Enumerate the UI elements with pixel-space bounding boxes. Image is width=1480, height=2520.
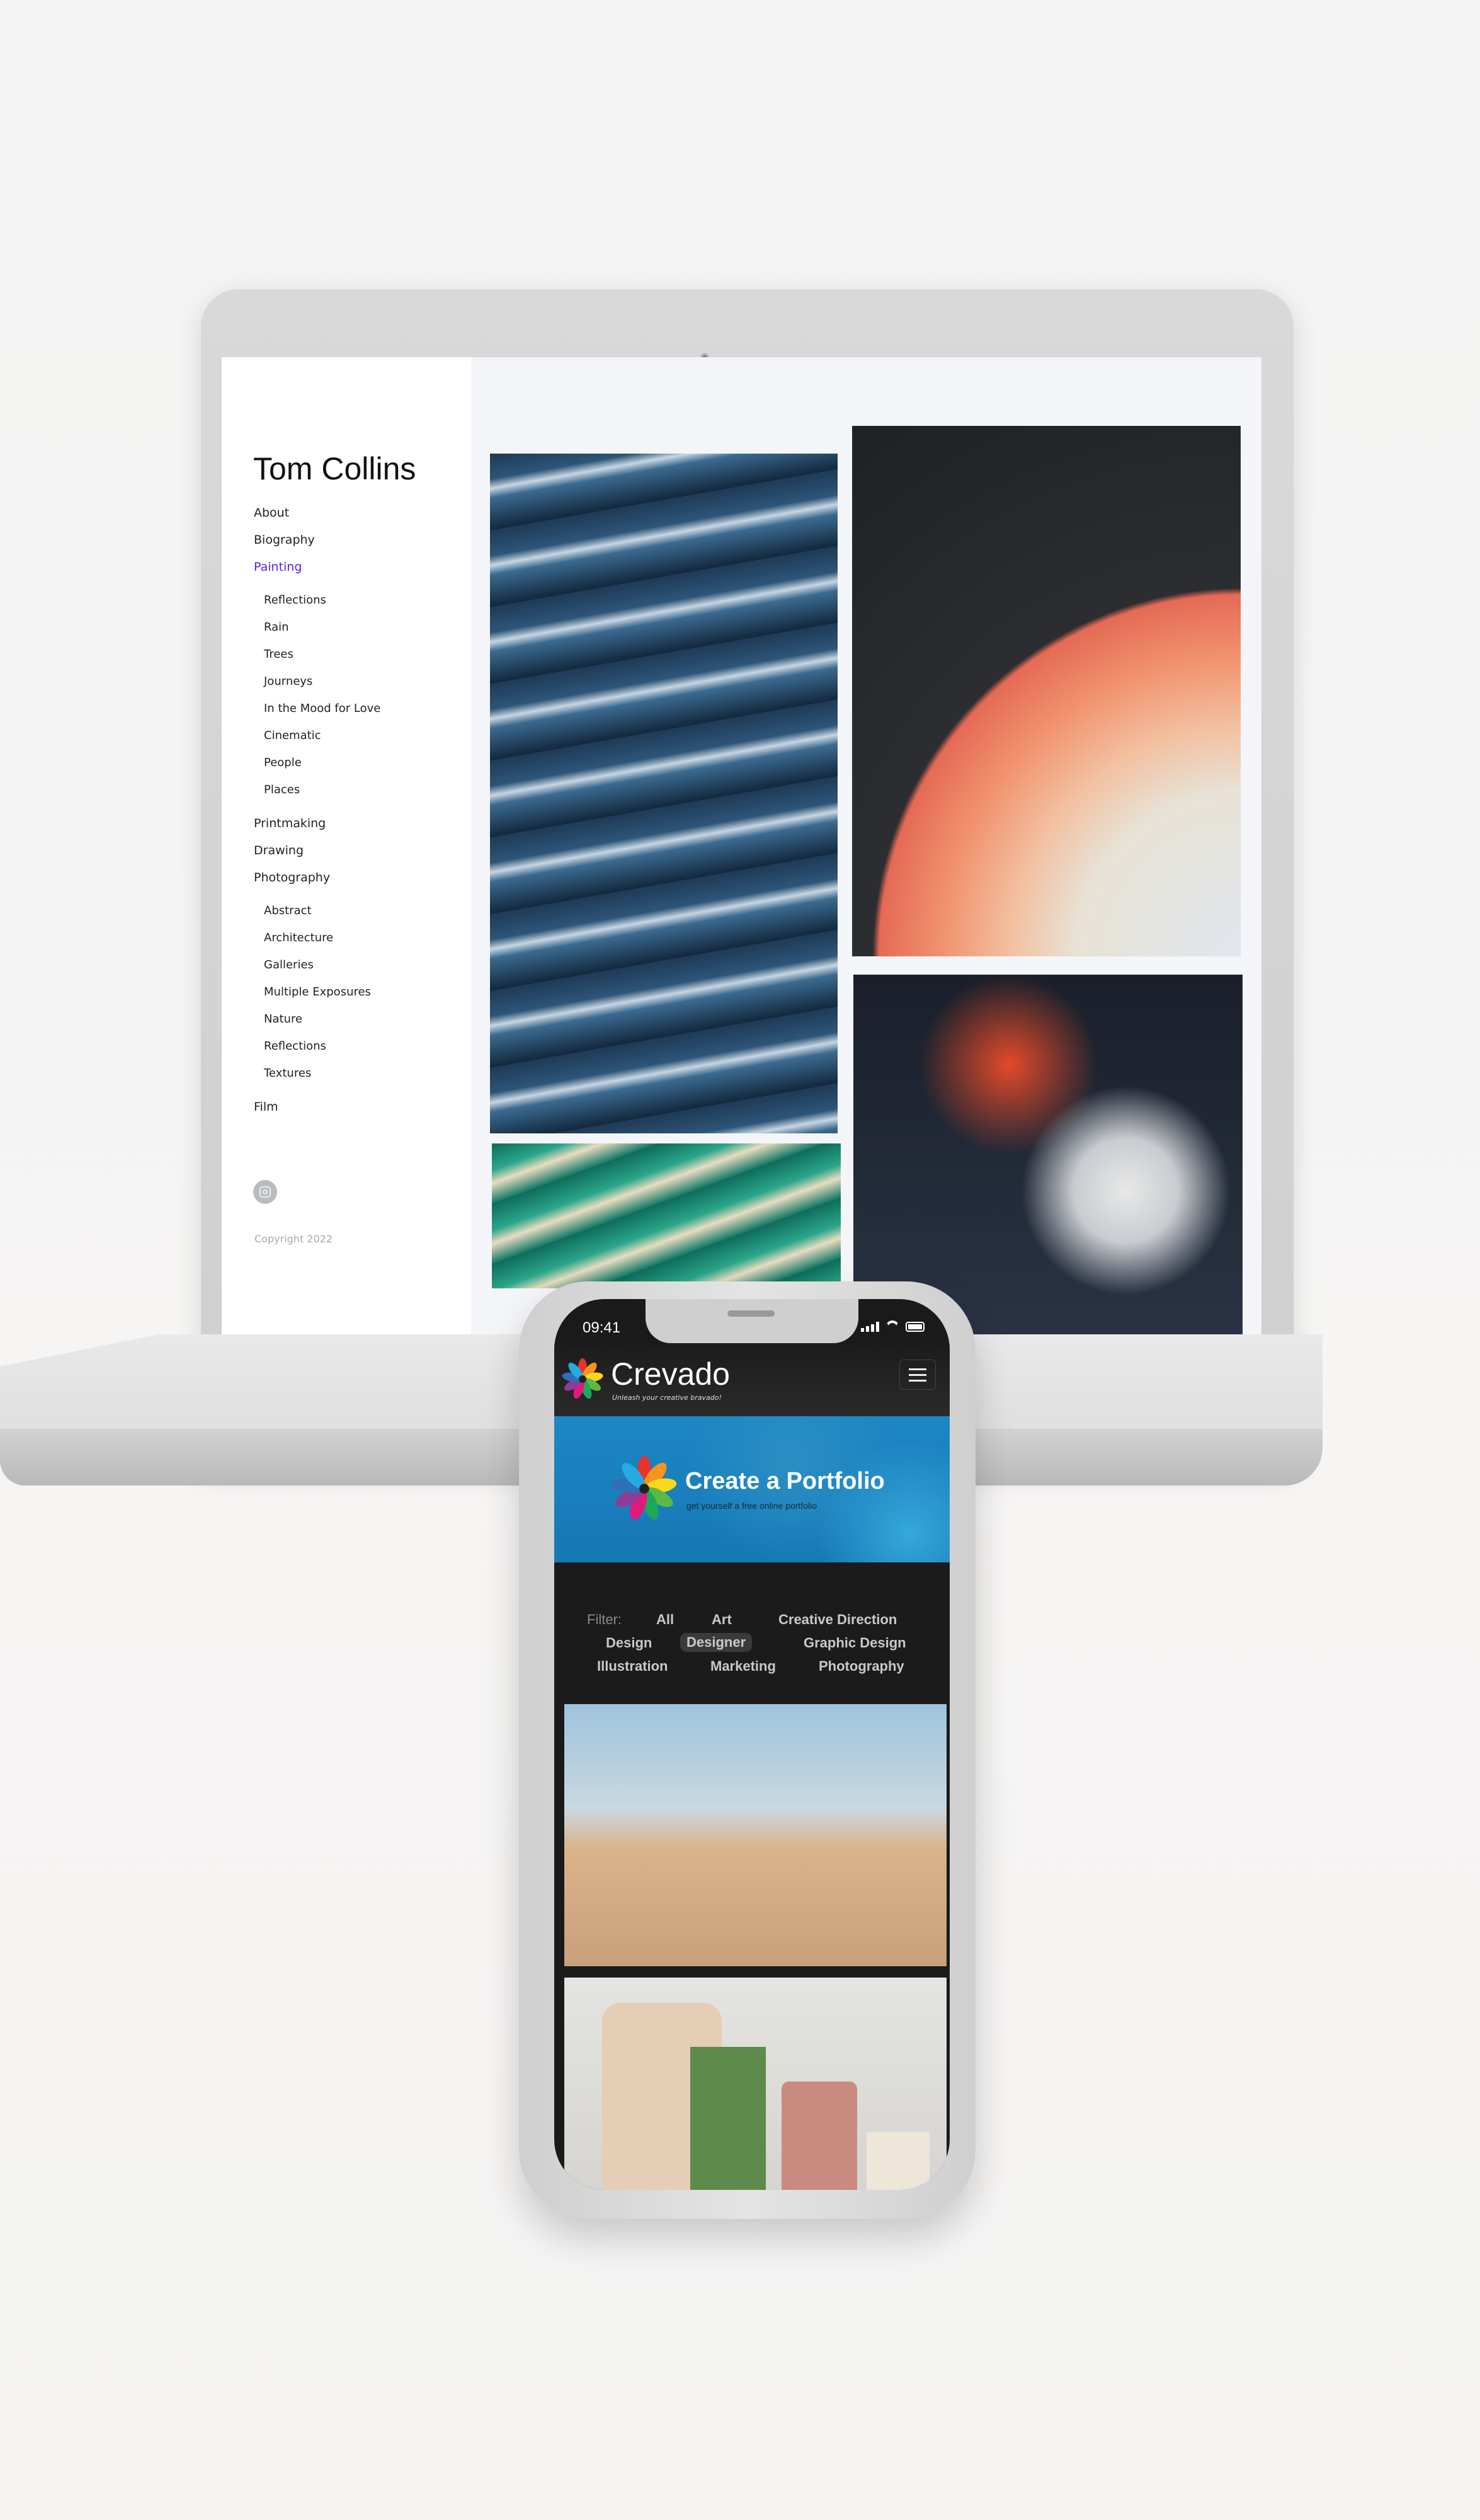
red-tea-tin: [782, 2082, 857, 2190]
site-title[interactable]: Tom Collins: [253, 450, 416, 487]
site-header: Crevado Unleash your creative bravado!: [554, 1343, 950, 1416]
sidebar-item[interactable]: Drawing: [254, 844, 304, 857]
sidebar-item[interactable]: Biography: [254, 533, 315, 547]
sidebar-item[interactable]: Textures: [264, 1067, 311, 1080]
crevado-logo-icon[interactable]: [561, 1357, 605, 1401]
banner-title: Create a Portfolio: [685, 1468, 885, 1494]
status-time: 09:41: [583, 1319, 621, 1336]
sidebar-item[interactable]: Photography: [254, 871, 330, 885]
painting-orange-arcs[interactable]: [852, 426, 1241, 956]
phone-screen: 09:41 Crevado Unleash your creative brav…: [554, 1299, 950, 2190]
sidebar-item[interactable]: Places: [264, 783, 300, 796]
sidebar-item[interactable]: Multiple Exposures: [264, 985, 371, 999]
sidebar-item[interactable]: Architecture: [264, 931, 333, 944]
status-icons: [861, 1320, 925, 1332]
cup-shape: [867, 2132, 930, 2190]
laptop-screen: Tom Collins About Biography Painting Reflec…: [222, 357, 1261, 1334]
sidebar-item[interactable]: Reflections: [264, 1040, 326, 1053]
battery-icon: [906, 1322, 925, 1332]
speaker: [727, 1310, 775, 1317]
green-tea-pack: [690, 2047, 766, 2190]
phone-notch: [646, 1299, 858, 1343]
sidebar-item[interactable]: Abstract: [264, 904, 312, 917]
wifi-icon: [885, 1320, 899, 1332]
painting-blue-waves[interactable]: [490, 454, 838, 1133]
filter-graphic-design[interactable]: Graphic Design: [804, 1635, 906, 1651]
sidebar-item[interactable]: Trees: [264, 648, 293, 661]
sidebar-item[interactable]: About: [254, 506, 289, 520]
crevado-flower-icon: [612, 1456, 677, 1520]
filter-art[interactable]: Art: [712, 1612, 732, 1628]
banner-subtitle: get yourself a free online portfolio: [686, 1501, 817, 1511]
banner[interactable]: Create a Portfolio get yourself a free o…: [554, 1416, 950, 1562]
filter-bar: Filter: All Art Creative Direction Desig…: [554, 1562, 950, 1707]
sidebar-item[interactable]: Reflections: [264, 593, 326, 607]
brand-name[interactable]: Crevado: [611, 1356, 730, 1392]
signal-icon: [861, 1322, 879, 1332]
portfolio-image-desert-shelter[interactable]: [564, 1704, 947, 1966]
filter-designer[interactable]: Designer: [680, 1633, 753, 1652]
sidebar-item[interactable]: Painting: [254, 560, 302, 574]
filter-marketing[interactable]: Marketing: [710, 1658, 776, 1675]
sidebar-item[interactable]: Cinematic: [264, 729, 321, 742]
sidebar-item[interactable]: Nature: [264, 1012, 302, 1026]
filter-all[interactable]: All: [656, 1612, 674, 1628]
copyright: Copyright 2022: [254, 1233, 333, 1245]
hamburger-icon[interactable]: [899, 1360, 936, 1390]
sidebar-item[interactable]: Journeys: [264, 675, 312, 688]
sidebar-item[interactable]: Galleries: [264, 958, 314, 971]
portfolio-image-tea-packaging[interactable]: [564, 1978, 947, 2190]
painting-green-waves[interactable]: [492, 1143, 841, 1288]
sidebar-item[interactable]: Printmaking: [254, 816, 326, 830]
sidebar-item[interactable]: In the Mood for Love: [264, 702, 380, 715]
sidebar-item[interactable]: Film: [254, 1100, 278, 1114]
filter-label: Filter:: [587, 1612, 622, 1627]
filter-creative-direction[interactable]: Creative Direction: [778, 1612, 897, 1628]
sidebar-item[interactable]: Rain: [264, 621, 289, 634]
sidebar: Tom Collins About Biography Painting Reflec…: [222, 357, 471, 1334]
filter-photography[interactable]: Photography: [819, 1658, 904, 1675]
filter-design[interactable]: Design: [606, 1635, 652, 1651]
painting-dark-red-abstract[interactable]: [853, 975, 1243, 1334]
filter-illustration[interactable]: Illustration: [597, 1658, 668, 1675]
instagram-icon[interactable]: [253, 1180, 277, 1204]
tagline: Unleash your creative bravado!: [612, 1394, 722, 1402]
sidebar-item[interactable]: People: [264, 756, 302, 769]
